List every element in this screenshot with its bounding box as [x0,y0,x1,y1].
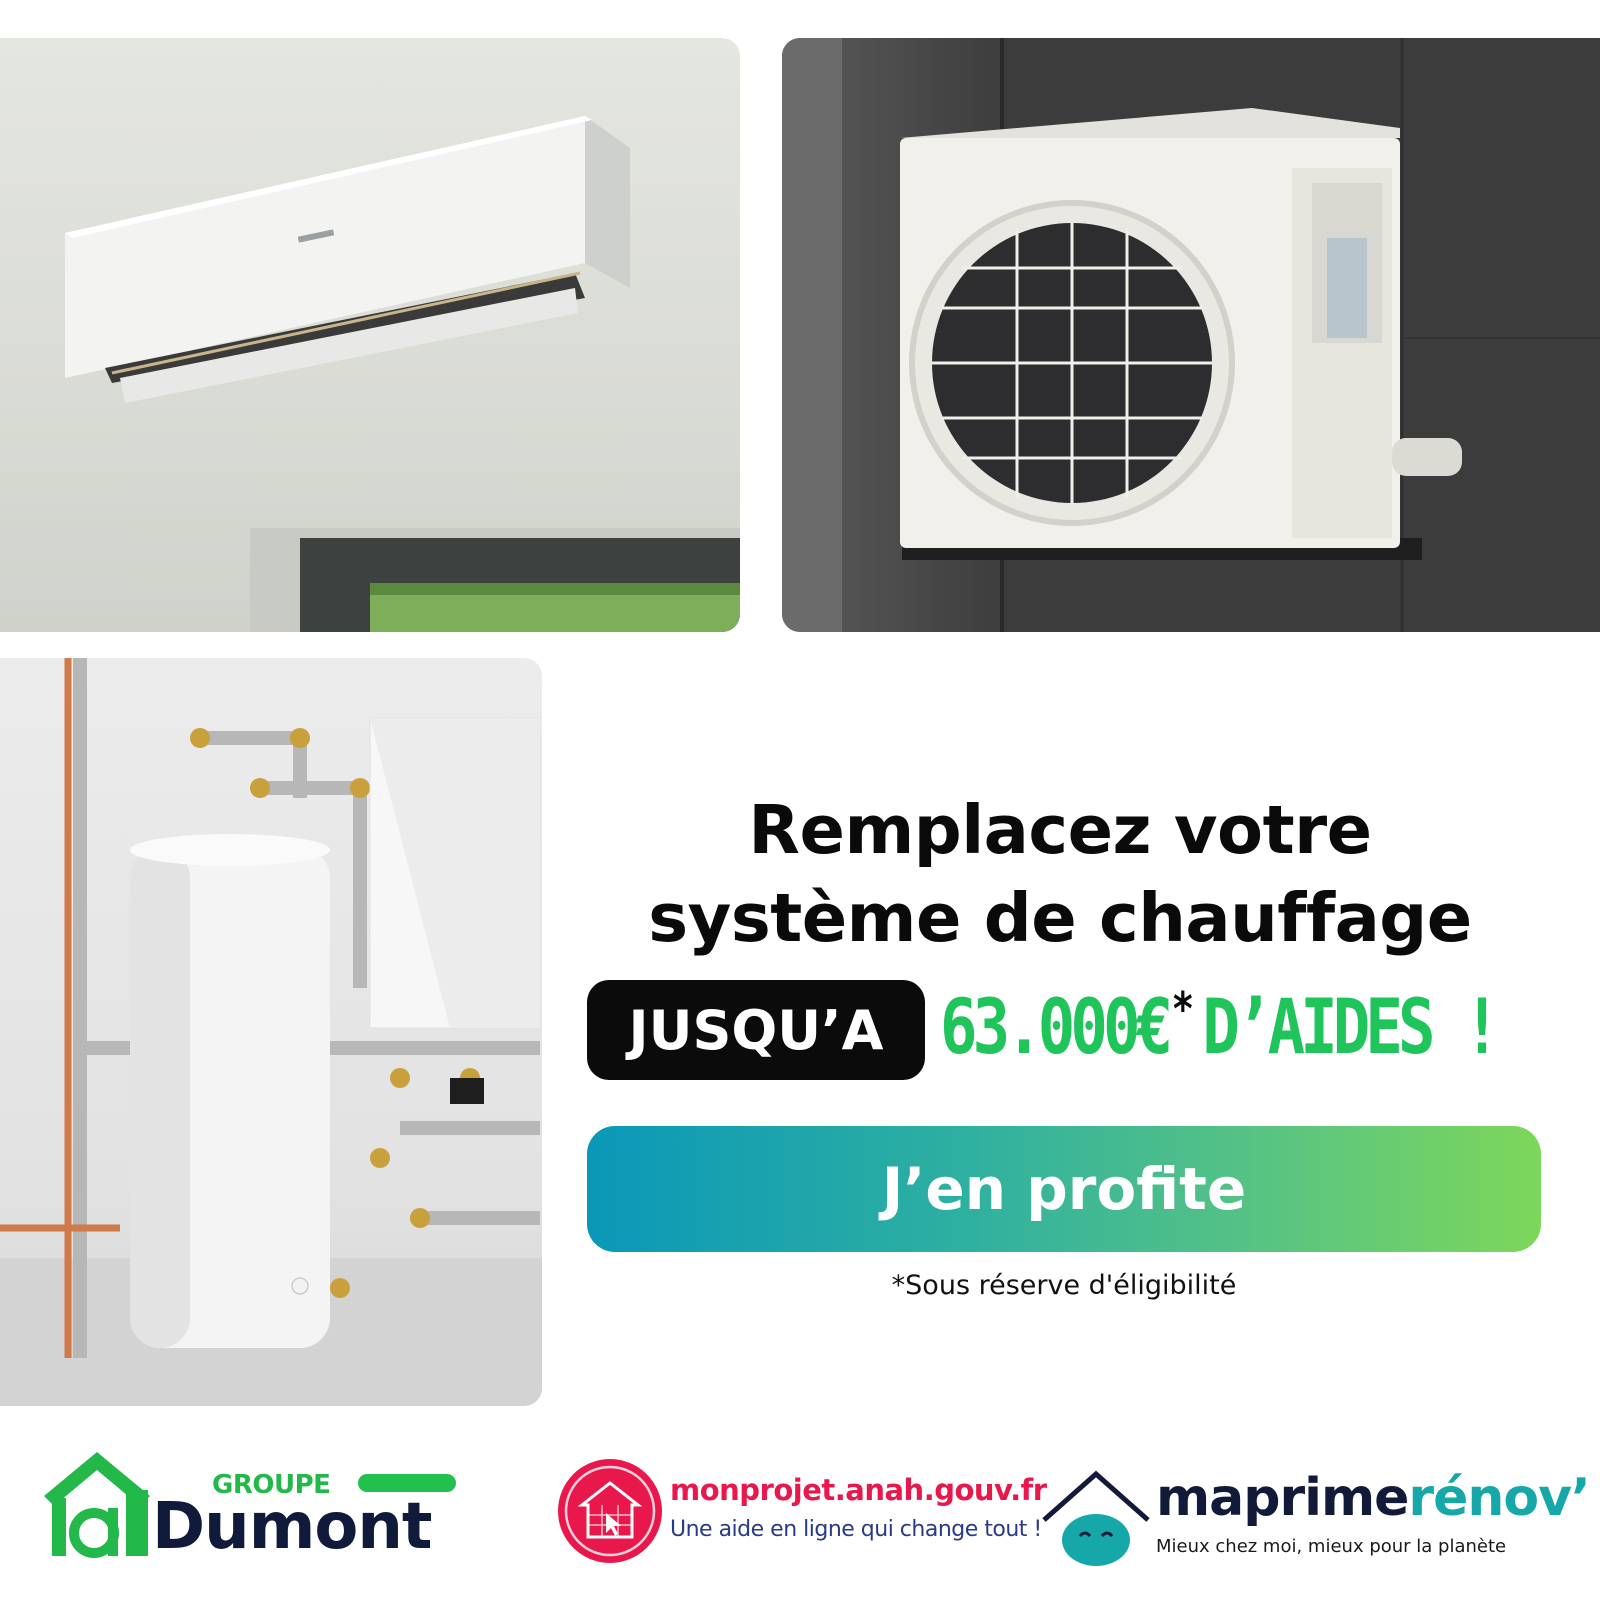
maprimerenov-house-icon [1042,1470,1150,1566]
water-tank-illustration [0,658,542,1406]
offer-pill: JUSQU’A [587,980,925,1080]
maprimerenov-name-part1: maprime [1156,1468,1409,1528]
anah-logo[interactable]: monprojet.anah.gouv.fr Une aide en ligne… [558,1455,1047,1565]
headline-line-2: système de chauffage [648,879,1472,957]
anah-url: monprojet.anah.gouv.fr [670,1473,1047,1507]
offer-asterisk: * [1171,982,1195,1036]
dumont-house-icon [44,1452,150,1558]
maprimerenov-tagline: Mieux chez moi, mieux pour la planète [1156,1536,1507,1557]
dumont-name: Dumont [152,1490,432,1564]
indoor-ac-illustration [65,116,740,632]
anah-house-icon [558,1459,662,1563]
indoor-ac-photo [0,38,740,632]
maprimerenov-logo[interactable]: maprimerénov’ Mieux chez moi, mieux pour… [1040,1468,1591,1568]
offer-suffix: D’AIDES ! [1202,982,1500,1071]
groupe-dumont-logo[interactable]: GROUPE Dumont [42,1448,462,1564]
outdoor-unit-illustration [782,38,1600,632]
water-tank-photo [0,658,542,1406]
cta-button[interactable]: J’en profite [587,1126,1541,1252]
outdoor-heat-pump-photo [782,38,1600,632]
offer-amount-value: 63.000€ [940,982,1173,1071]
eligibility-note: *Sous réserve d'éligibilité [891,1270,1237,1301]
maprimerenov-name: maprimerénov’ [1156,1468,1591,1528]
headline: Remplacez votre système de chauffage [560,786,1560,962]
anah-tagline: Une aide en ligne qui change tout ! [670,1517,1042,1542]
offer-amount: 63.000€ * D’AIDES ! [940,982,1501,1082]
maprimerenov-name-part2: rénov’ [1408,1468,1590,1528]
headline-line-1: Remplacez votre [748,791,1372,869]
